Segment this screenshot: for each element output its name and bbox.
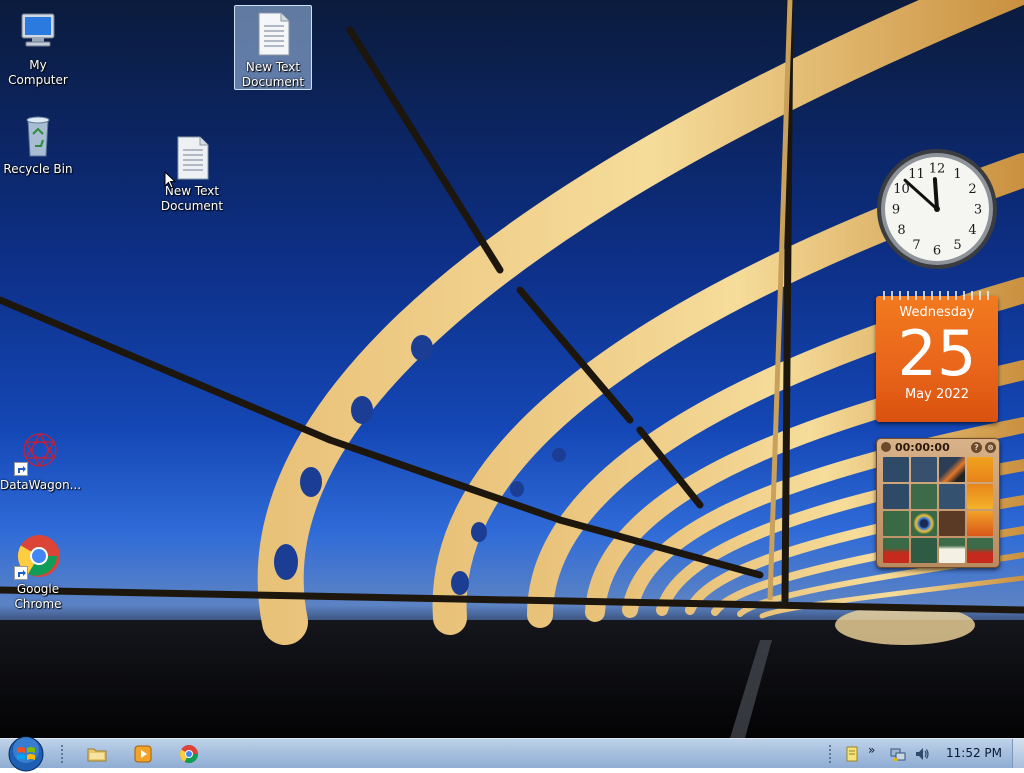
clock-gadget[interactable]: 12 1234567891011 <box>874 146 1000 272</box>
taskbar-grip[interactable] <box>60 744 64 764</box>
calendar-month-year: May 2022 <box>904 387 970 402</box>
start-button[interactable] <box>6 735 46 773</box>
desktop-icon-new-text-document-selected[interactable]: New Text Document <box>234 5 312 90</box>
clock-number: 12 <box>929 162 946 177</box>
tray-notes-icon[interactable] <box>844 746 860 762</box>
clock-number: 2 <box>968 182 976 197</box>
puzzle-tile[interactable] <box>911 511 937 536</box>
taskbar-pinned-explorer[interactable] <box>85 742 109 766</box>
taskbar-pinned-media-player[interactable] <box>131 742 155 766</box>
puzzle-timer: 00:00:00 <box>895 441 950 454</box>
puzzle-options-button[interactable]: ⊗ <box>985 442 996 453</box>
clock-number: 9 <box>892 203 900 218</box>
clock-number: 8 <box>897 223 905 238</box>
puzzle-tile[interactable] <box>967 538 993 563</box>
taskbar: » 11:52 PM <box>0 736 1024 772</box>
puzzle-tile[interactable] <box>883 511 909 536</box>
taskbar-grip[interactable] <box>828 744 832 764</box>
clock-number: 5 <box>953 238 961 253</box>
puzzle-tile[interactable] <box>911 457 937 482</box>
puzzle-tile[interactable] <box>967 484 993 509</box>
chrome-icon <box>14 532 62 580</box>
puzzle-tile[interactable] <box>883 538 909 563</box>
calendar-page: Wednesday 25 May 2022 <box>876 296 998 422</box>
puzzle-tile[interactable] <box>967 457 993 482</box>
clock-number: 6 <box>933 244 941 259</box>
tray-expand-button[interactable]: » <box>868 743 875 757</box>
picture-puzzle-gadget[interactable]: 00:00:00 ? ⊗ <box>876 438 1000 568</box>
desktop-icon-label: Google Chrome <box>14 582 62 611</box>
clock-number: 1 <box>953 167 961 182</box>
puzzle-tile[interactable] <box>939 484 965 509</box>
clock-number: 4 <box>968 223 976 238</box>
folder-icon <box>87 748 107 762</box>
puzzle-tile[interactable] <box>911 538 937 563</box>
tray-network-icon[interactable] <box>890 746 906 762</box>
desktop-icon-google-chrome[interactable]: Google Chrome <box>0 532 76 612</box>
puzzle-clock-icon <box>881 442 891 452</box>
clock-number: 11 <box>908 167 925 182</box>
taskbar-pinned-chrome[interactable] <box>177 742 201 766</box>
desktop-icon-label: Recycle Bin <box>3 162 73 176</box>
desktop-icon-label: My Computer <box>8 58 68 87</box>
puzzle-tile[interactable] <box>883 457 909 482</box>
datawagon-icon <box>14 428 62 476</box>
tray-volume-icon[interactable] <box>914 746 930 762</box>
puzzle-tile[interactable] <box>967 511 993 536</box>
desktop-icon-label: New Text Document <box>241 60 305 89</box>
puzzle-header: 00:00:00 ? ⊗ <box>881 441 997 455</box>
computer-icon <box>14 8 62 56</box>
recycle-bin-icon <box>14 112 62 160</box>
calendar-gadget[interactable]: Wednesday 25 May 2022 <box>876 288 998 422</box>
calendar-day: 25 <box>897 317 977 390</box>
shortcut-arrow-icon <box>14 462 28 476</box>
puzzle-tile[interactable] <box>883 484 909 509</box>
puzzle-tile[interactable] <box>911 484 937 509</box>
desktop-icon-datawagon[interactable]: DataWagon... <box>0 428 82 493</box>
clock-number: 7 <box>912 238 920 253</box>
desktop-icon-recycle-bin[interactable]: Recycle Bin <box>0 112 76 177</box>
shortcut-arrow-icon <box>14 566 28 580</box>
clock-hour-hand <box>932 177 939 211</box>
desktop-icon-my-computer[interactable]: My Computer <box>0 8 76 88</box>
puzzle-help-button[interactable]: ? <box>971 442 982 453</box>
puzzle-grid <box>883 457 993 563</box>
mouse-cursor-icon <box>164 171 176 189</box>
calendar-rings <box>883 291 989 300</box>
puzzle-tile[interactable] <box>939 511 965 536</box>
chrome-icon <box>179 745 198 764</box>
text-document-icon <box>249 10 297 58</box>
desktop-icon-label: DataWagon... <box>0 478 82 492</box>
taskbar-clock[interactable]: 11:52 PM <box>944 746 1004 761</box>
show-desktop-button[interactable] <box>1012 739 1024 768</box>
media-player-icon <box>134 745 152 763</box>
wallpaper-image <box>0 0 1024 738</box>
puzzle-tile[interactable] <box>939 538 965 563</box>
clock-number: 3 <box>974 203 982 218</box>
puzzle-tile[interactable] <box>939 457 965 482</box>
desktop: My Computer Recycle Bin New Text Documen… <box>0 0 1024 738</box>
